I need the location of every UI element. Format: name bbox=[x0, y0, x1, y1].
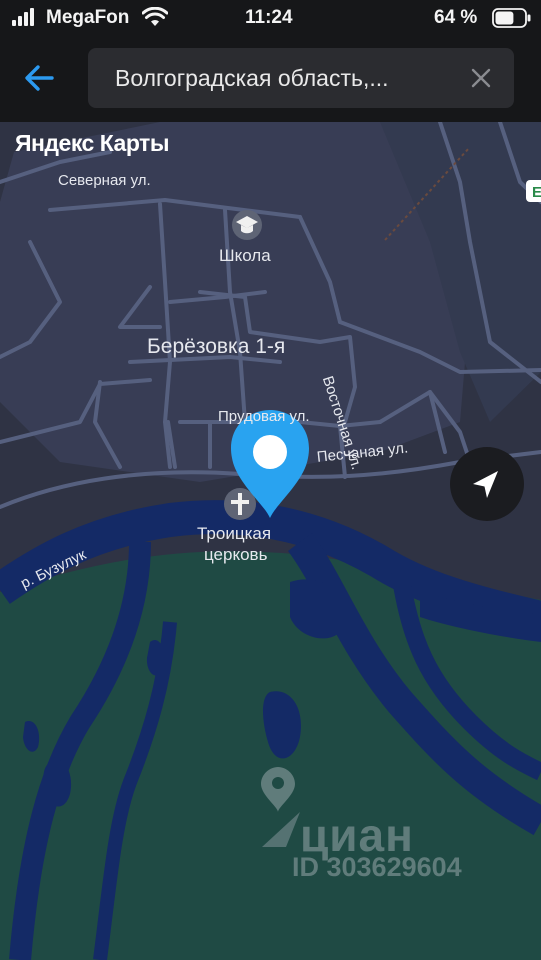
back-button[interactable] bbox=[18, 56, 62, 100]
church-label-line1: Троицкая bbox=[197, 524, 272, 543]
map-provider-logo: Яндекс Карты bbox=[15, 130, 169, 156]
village-label: Берёзовка 1-я bbox=[147, 335, 286, 358]
battery-percent: 64 % bbox=[434, 7, 478, 28]
arrow-left-icon bbox=[25, 65, 54, 91]
carrier-name: MegaFon bbox=[46, 7, 130, 28]
status-bar: MegaFon 11:24 64 % bbox=[0, 0, 541, 36]
my-location-button[interactable] bbox=[450, 447, 524, 521]
road-badge-label: Е bbox=[532, 184, 541, 201]
search-field[interactable]: Волгоградская область,... bbox=[88, 48, 514, 108]
clear-search-button[interactable] bbox=[468, 65, 494, 91]
church-label-line2: церковь bbox=[204, 545, 268, 564]
map-view[interactable]: Е Яндекс Карты Северная ул. Школа Берёзо… bbox=[0, 122, 541, 960]
street-label-severnaya: Северная ул. bbox=[58, 172, 151, 189]
search-header: Волгоградская область,... bbox=[0, 36, 541, 122]
navigation-arrow-icon bbox=[473, 471, 498, 498]
clock: 11:24 bbox=[245, 7, 293, 28]
search-query[interactable]: Волгоградская область,... bbox=[115, 65, 445, 92]
wifi-icon bbox=[142, 7, 168, 26]
battery-icon bbox=[492, 8, 531, 28]
watermark-listing-id: ID 303629604 bbox=[292, 852, 462, 882]
signal-icon bbox=[12, 8, 34, 26]
school-label: Школа bbox=[219, 246, 271, 265]
close-icon bbox=[471, 68, 491, 88]
street-label-prudovaya: Прудовая ул. bbox=[218, 408, 310, 425]
